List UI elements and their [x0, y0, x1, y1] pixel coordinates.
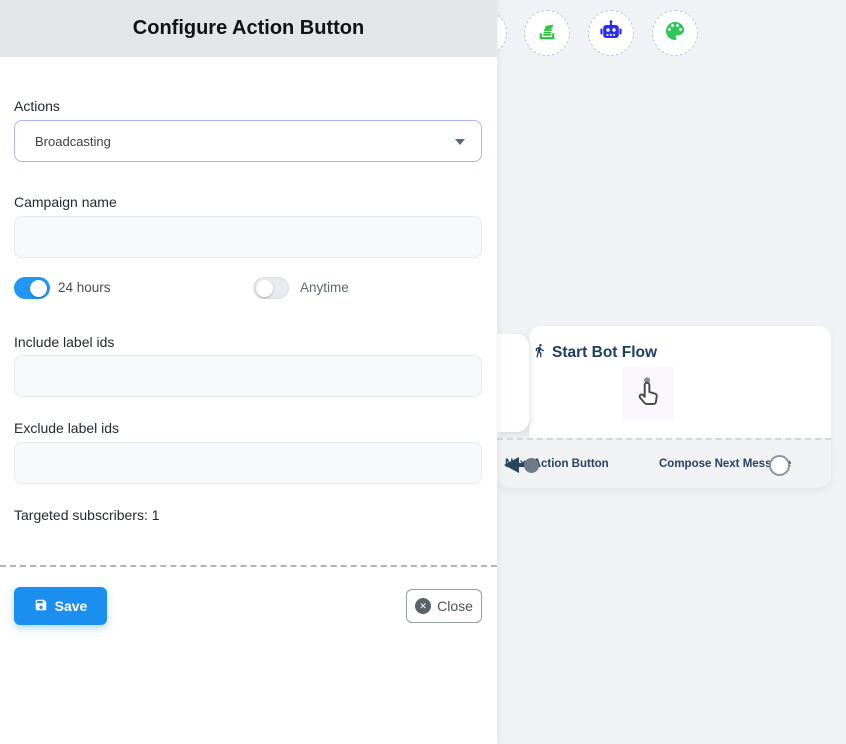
save-button-label: Save: [55, 598, 88, 614]
close-button-label: Close: [437, 598, 473, 614]
walking-person-icon: [532, 343, 547, 363]
actions-label: Actions: [14, 98, 60, 114]
background-node-card[interactable]: [497, 334, 529, 432]
toolbar-button-partial[interactable]: [497, 10, 507, 56]
connector-arrow-icon: [504, 457, 519, 473]
panel-header: Configure Action Button: [0, 0, 497, 57]
node-action-strip: Next Action Button Compose Next Message: [497, 438, 831, 488]
robot-icon: [599, 19, 623, 48]
stack-icon: [536, 19, 559, 47]
campaign-name-input[interactable]: [14, 216, 482, 258]
configure-action-panel: Configure Action Button Actions Broadcas…: [0, 0, 497, 744]
actions-select[interactable]: Broadcasting: [14, 120, 482, 162]
node-title: Start Bot Flow: [552, 344, 657, 362]
palette-icon: [663, 19, 687, 48]
close-icon: ✕: [415, 598, 431, 614]
compose-endpoint-circle[interactable]: [769, 455, 790, 476]
flow-canvas[interactable]: Start Bot Flow Next Action Button Compos…: [497, 0, 846, 744]
toolbar-button-stack[interactable]: [524, 10, 570, 56]
exclude-label-ids-input[interactable]: [14, 442, 482, 484]
toggle-anytime[interactable]: [253, 277, 289, 299]
start-bot-flow-node[interactable]: Start Bot Flow: [529, 326, 831, 439]
targeted-subscribers-text: Targeted subscribers: 1: [14, 507, 160, 523]
chevron-down-icon: [455, 139, 465, 145]
next-action-endpoint-circle[interactable]: [524, 458, 539, 473]
save-button[interactable]: Save: [14, 587, 107, 625]
toolbar-button-bot[interactable]: [588, 10, 634, 56]
dashed-divider: [0, 565, 497, 567]
tap-hand-icon: [630, 372, 666, 417]
toggle-knob: [30, 280, 47, 297]
toggle-24-hours-label: 24 hours: [58, 280, 111, 295]
toggle-24-hours[interactable]: [14, 277, 50, 299]
toolbar-button-theme[interactable]: [652, 10, 698, 56]
toggle-anytime-label: Anytime: [300, 280, 349, 295]
panel-title: Configure Action Button: [133, 17, 364, 40]
close-button[interactable]: ✕ Close: [406, 589, 482, 623]
save-disk-icon: [34, 598, 48, 615]
actions-select-value: Broadcasting: [35, 134, 111, 149]
include-label-ids-input[interactable]: [14, 355, 482, 397]
campaign-name-label: Campaign name: [14, 194, 117, 210]
include-label-ids-label: Include label ids: [14, 334, 114, 350]
node-drop-target[interactable]: [622, 367, 674, 421]
toggle-knob: [256, 280, 273, 297]
exclude-label-ids-label: Exclude label ids: [14, 420, 119, 436]
